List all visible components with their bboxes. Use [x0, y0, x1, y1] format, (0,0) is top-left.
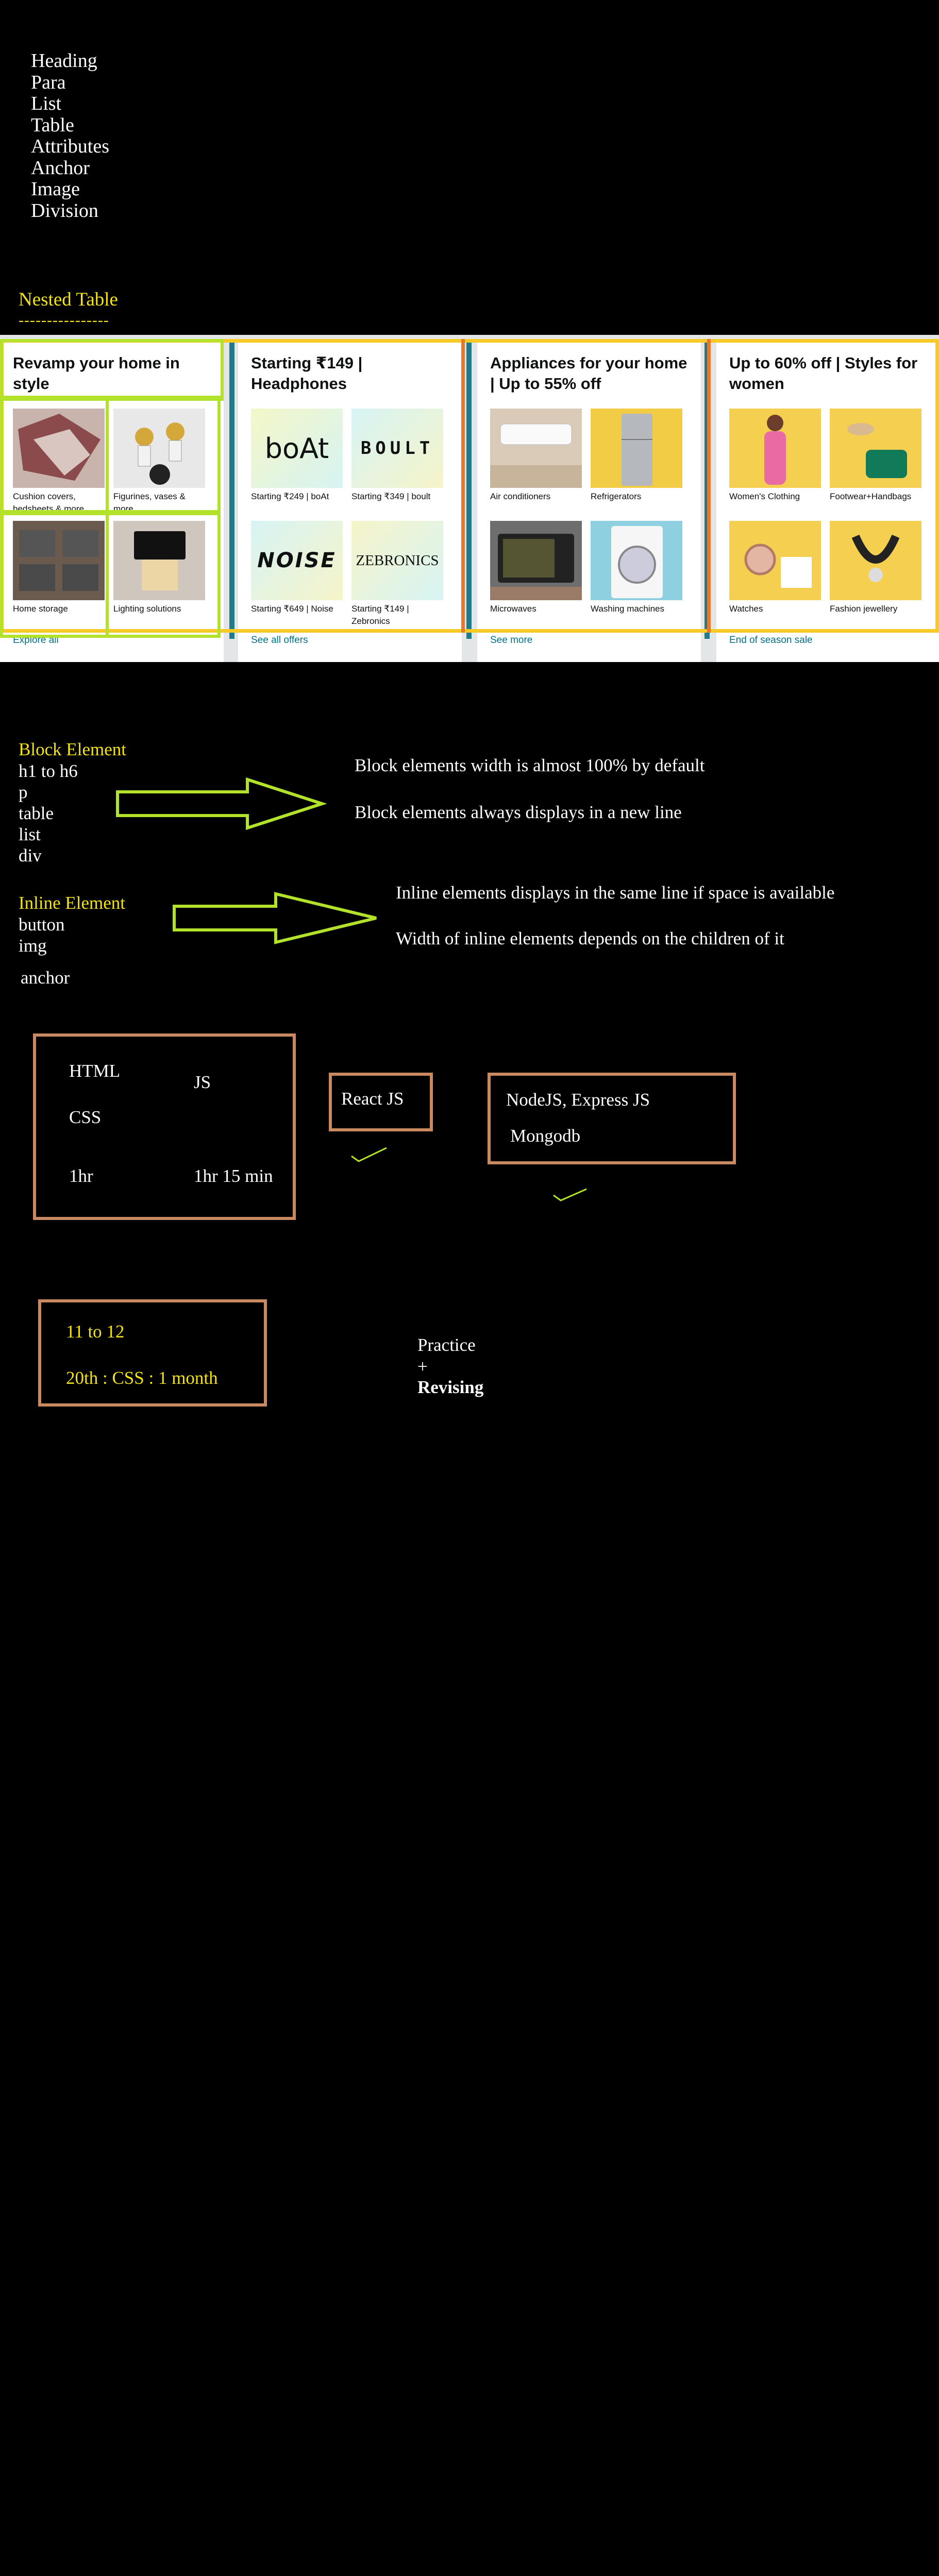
- inline-items: button img: [19, 914, 64, 956]
- time-label: 1hr 15 min: [194, 1166, 273, 1186]
- backend-label: Mongodb: [510, 1126, 581, 1146]
- block-note: Block elements width is almost 100% by d…: [355, 755, 705, 775]
- css-label: CSS: [69, 1107, 102, 1127]
- season-sale-link[interactable]: End of season sale: [729, 635, 813, 646]
- backend-box: NodeJS, Express JS Mongodb: [488, 1073, 736, 1164]
- schedule-box: 11 to 12 20th : CSS : 1 month: [38, 1299, 267, 1406]
- see-more-link[interactable]: See more: [490, 635, 532, 646]
- frontend-plan-box: HTML JS CSS 1hr 1hr 15 min: [33, 1033, 296, 1220]
- topic-item: Attributes: [31, 135, 109, 157]
- js-label: JS: [194, 1072, 211, 1092]
- inline-item: img: [19, 936, 47, 956]
- block-item: p: [19, 782, 28, 802]
- nested-table-underline: ----------------: [19, 312, 109, 329]
- topics-list: Heading Para List Table Attributes Ancho…: [31, 50, 109, 222]
- block-item: div: [19, 845, 42, 866]
- inline-item: anchor: [21, 968, 70, 988]
- inline-note: Width of inline elements depends on the …: [396, 928, 784, 948]
- block-items: h1 to h6 p table list div: [19, 760, 78, 866]
- orange-divider-line: [707, 339, 711, 633]
- block-note: Block elements always displays in a new …: [355, 802, 682, 822]
- arrow-right-icon: [116, 777, 327, 831]
- block-item: h1 to h6: [19, 761, 78, 781]
- check-mark-icon: [553, 1188, 587, 1201]
- html-label: HTML: [69, 1061, 121, 1081]
- green-outline-title: [0, 339, 224, 401]
- topic-item: Image: [31, 178, 80, 200]
- green-outline-row1: [0, 396, 221, 515]
- topic-item: Division: [31, 199, 98, 222]
- react-label: React JS: [341, 1089, 404, 1109]
- time-label: 1hr: [69, 1166, 93, 1186]
- check-mark-icon: [351, 1147, 387, 1162]
- topic-item: Para: [31, 71, 66, 93]
- block-item: list: [19, 824, 41, 844]
- plus-label: +: [417, 1357, 428, 1377]
- arrow-right-icon: [173, 892, 377, 944]
- block-title: Block Element: [19, 739, 126, 759]
- inline-note: Inline elements displays in the same lin…: [396, 883, 835, 903]
- inline-item: button: [19, 914, 65, 935]
- nested-table-title: Nested Table: [19, 289, 118, 310]
- inline-title: Inline Element: [19, 893, 126, 913]
- topic-item: Anchor: [31, 157, 90, 179]
- block-item: table: [19, 803, 54, 823]
- deadline: 20th : CSS : 1 month: [66, 1368, 218, 1388]
- green-outline-row2: [0, 510, 221, 638]
- topic-item: Heading: [31, 50, 97, 72]
- practice-label: Practice: [417, 1335, 476, 1355]
- orange-divider-line: [461, 339, 465, 633]
- time-slot: 11 to 12: [66, 1321, 125, 1342]
- green-outline-divider: [106, 396, 109, 638]
- backend-label: NodeJS, Express JS: [506, 1090, 650, 1110]
- amazon-cards-screenshot: Revamp your home in style Cushion covers…: [0, 335, 939, 662]
- topic-item: List: [31, 93, 62, 114]
- topic-item: Table: [31, 114, 74, 136]
- revising-label: Revising: [417, 1377, 484, 1397]
- see-all-offers-link[interactable]: See all offers: [251, 635, 308, 646]
- react-box: React JS: [329, 1073, 433, 1131]
